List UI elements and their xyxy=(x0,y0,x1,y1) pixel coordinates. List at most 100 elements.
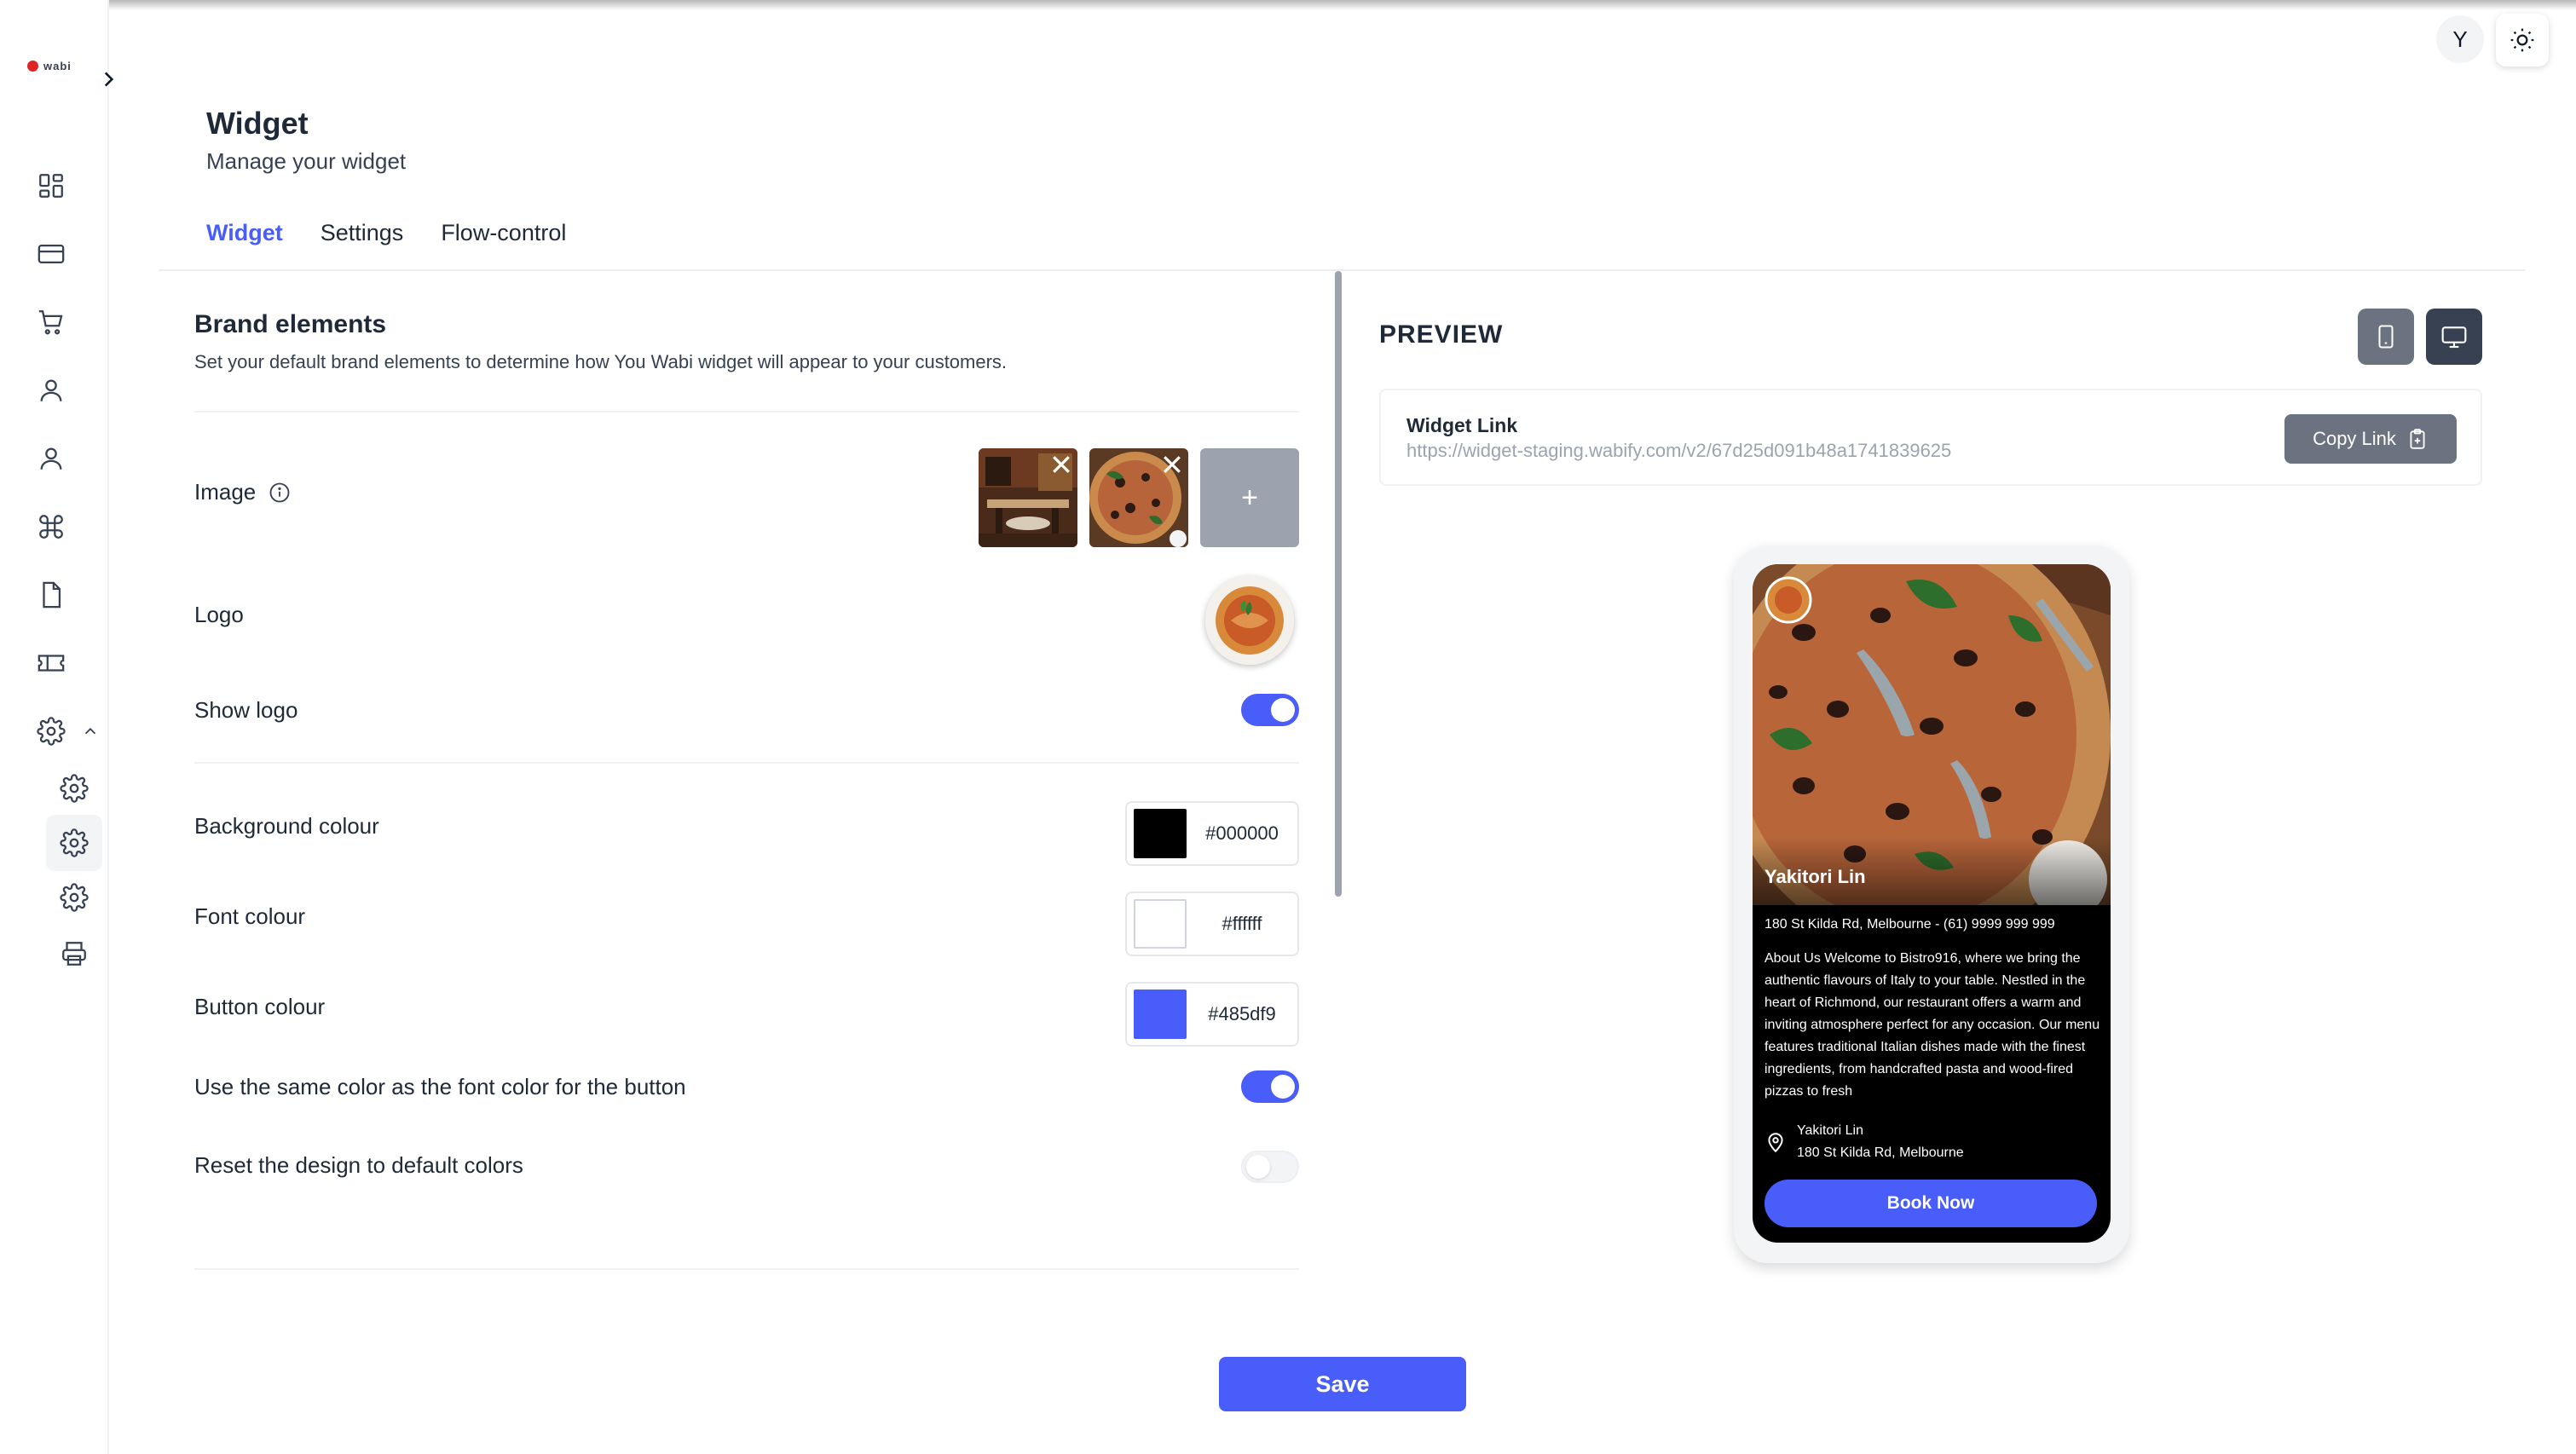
dashboard-icon xyxy=(39,174,63,198)
user-icon xyxy=(40,379,62,401)
sidebar-item-dashboard[interactable] xyxy=(34,169,68,203)
section-divider xyxy=(194,1268,1299,1270)
image-thumbnail-pizza[interactable] xyxy=(1089,448,1188,547)
button-colour-value[interactable]: #485df9 xyxy=(1187,1003,1297,1025)
button-colour-picker[interactable]: #485df9 xyxy=(1125,982,1299,1047)
pizza-hero-image xyxy=(1753,564,2111,905)
sidebar-subitem-settings-general[interactable] xyxy=(46,760,102,816)
reset-design-label: Reset the design to default colors xyxy=(194,1152,523,1178)
desktop-icon xyxy=(2441,326,2467,349)
settings-icon xyxy=(60,828,89,857)
command-icon xyxy=(39,515,63,539)
sidebar-subitem-settings-other[interactable] xyxy=(46,869,102,926)
mobile-icon xyxy=(2378,325,2394,349)
sidebar-item-tickets[interactable] xyxy=(34,646,68,680)
widget-hero-image: Yakitori Lin xyxy=(1753,564,2111,905)
remove-image-icon[interactable] xyxy=(1048,452,1074,477)
background-colour-value[interactable]: #000000 xyxy=(1187,822,1297,845)
user-icon xyxy=(40,447,62,470)
font-colour-picker[interactable]: #ffffff xyxy=(1125,891,1299,956)
background-colour-label: Background colour xyxy=(194,813,379,839)
mobile-preview-button[interactable] xyxy=(2358,309,2414,365)
cart-icon xyxy=(38,310,63,335)
theme-toggle-button[interactable] xyxy=(2496,14,2549,66)
sidebar-item-customers[interactable] xyxy=(34,373,68,407)
tab-settings[interactable]: Settings xyxy=(321,220,404,246)
preview-title: PREVIEW xyxy=(1379,320,1504,349)
font-colour-swatch[interactable] xyxy=(1134,899,1187,949)
sidebar-item-staff[interactable] xyxy=(34,441,68,476)
widget-link-url[interactable]: https://widget-staging.wabify.com/v2/67d… xyxy=(1406,440,1951,462)
font-colour-label: Font colour xyxy=(194,903,306,929)
tab-bar: Widget Settings Flow-control xyxy=(206,220,566,246)
app-logo[interactable]: wabi xyxy=(27,60,72,72)
copy-link-label: Copy Link xyxy=(2313,428,2396,449)
image-thumbnail-restaurant[interactable] xyxy=(979,448,1077,547)
clipboard-icon xyxy=(2410,429,2425,449)
save-button[interactable]: Save xyxy=(1219,1357,1466,1411)
sidebar-subitem-printers[interactable] xyxy=(46,926,102,982)
button-colour-swatch[interactable] xyxy=(1134,990,1187,1039)
brand-section-title: Brand elements xyxy=(194,310,387,338)
sidebar-subitem-settings-widget[interactable] xyxy=(46,815,102,871)
user-avatar[interactable]: Y xyxy=(2436,15,2484,63)
preview-restaurant-name: Yakitori Lin xyxy=(1765,866,1866,887)
preview-address-line: 180 St Kilda Rd, Melbourne - (61) 9999 9… xyxy=(1765,917,2055,932)
toggle-knob xyxy=(1246,1155,1270,1179)
settings-icon xyxy=(60,774,89,803)
logo-mark xyxy=(27,61,38,72)
card-icon xyxy=(38,244,65,264)
image-row-label: Image xyxy=(194,479,292,505)
add-image-button[interactable]: + xyxy=(1200,448,1299,547)
tab-widget[interactable]: Widget xyxy=(206,220,283,246)
same-color-label: Use the same color as the font color for… xyxy=(194,1074,686,1099)
widget-link-card: Widget Link https://widget-staging.wabif… xyxy=(1379,389,2482,486)
show-logo-label: Show logo xyxy=(194,697,298,723)
sidebar-item-payments[interactable] xyxy=(34,237,68,271)
show-logo-toggle[interactable] xyxy=(1241,694,1299,726)
sidebar-collapse-button[interactable] xyxy=(95,66,121,92)
location-pin-icon xyxy=(1768,1133,1783,1153)
section-divider xyxy=(194,762,1299,764)
page-subtitle: Manage your widget xyxy=(206,148,407,174)
copy-link-button[interactable]: Copy Link xyxy=(2284,414,2457,464)
settings-icon xyxy=(60,883,89,912)
logo-text: wabi xyxy=(43,60,72,72)
page-title: Widget xyxy=(206,106,309,141)
remove-image-icon[interactable] xyxy=(1159,452,1185,477)
widget-preview-screen: Yakitori Lin 180 St Kilda Rd, Melbourne … xyxy=(1753,564,2111,1243)
logo-image[interactable] xyxy=(1205,576,1294,665)
info-icon[interactable] xyxy=(268,481,292,505)
ticket-icon xyxy=(38,655,65,672)
background-colour-picker[interactable]: #000000 xyxy=(1125,801,1299,866)
settings-expand-toggle[interactable] xyxy=(75,716,106,747)
font-colour-value[interactable]: #ffffff xyxy=(1187,913,1297,935)
widget-link-label: Widget Link xyxy=(1406,414,1518,436)
preview-location-address: 180 St Kilda Rd, Melbourne xyxy=(1797,1145,1964,1160)
printer-icon xyxy=(62,942,86,966)
sidebar-item-commands[interactable] xyxy=(34,510,68,544)
tabs-divider xyxy=(159,269,2525,271)
settings-icon xyxy=(37,717,66,746)
preview-book-now-button[interactable]: Book Now xyxy=(1765,1180,2097,1227)
sidebar-item-orders[interactable] xyxy=(34,305,68,339)
background-colour-swatch[interactable] xyxy=(1134,809,1187,858)
brand-section-description: Set your default brand elements to deter… xyxy=(194,351,1008,372)
file-icon xyxy=(43,581,61,609)
phone-preview-frame: Yakitori Lin 180 St Kilda Rd, Melbourne … xyxy=(1734,545,2129,1263)
settings-scrollbar[interactable] xyxy=(1335,271,1342,897)
toggle-knob xyxy=(1271,698,1295,722)
tab-flow-control[interactable]: Flow-control xyxy=(441,220,566,246)
toggle-knob xyxy=(1271,1075,1295,1099)
sidebar-item-settings[interactable] xyxy=(34,714,68,748)
desktop-preview-button[interactable] xyxy=(2426,309,2482,365)
reset-design-toggle[interactable] xyxy=(1241,1151,1299,1183)
sidebar-item-documents[interactable] xyxy=(34,578,68,612)
preview-location: Yakitori Lin 180 St Kilda Rd, Melbourne xyxy=(1765,1120,1964,1164)
chevron-right-icon xyxy=(104,72,114,87)
same-color-toggle[interactable] xyxy=(1241,1070,1299,1103)
section-divider xyxy=(194,411,1299,413)
sidebar: wabi xyxy=(0,0,109,1454)
image-label: Image xyxy=(194,479,257,505)
chevron-up-icon xyxy=(84,727,96,735)
